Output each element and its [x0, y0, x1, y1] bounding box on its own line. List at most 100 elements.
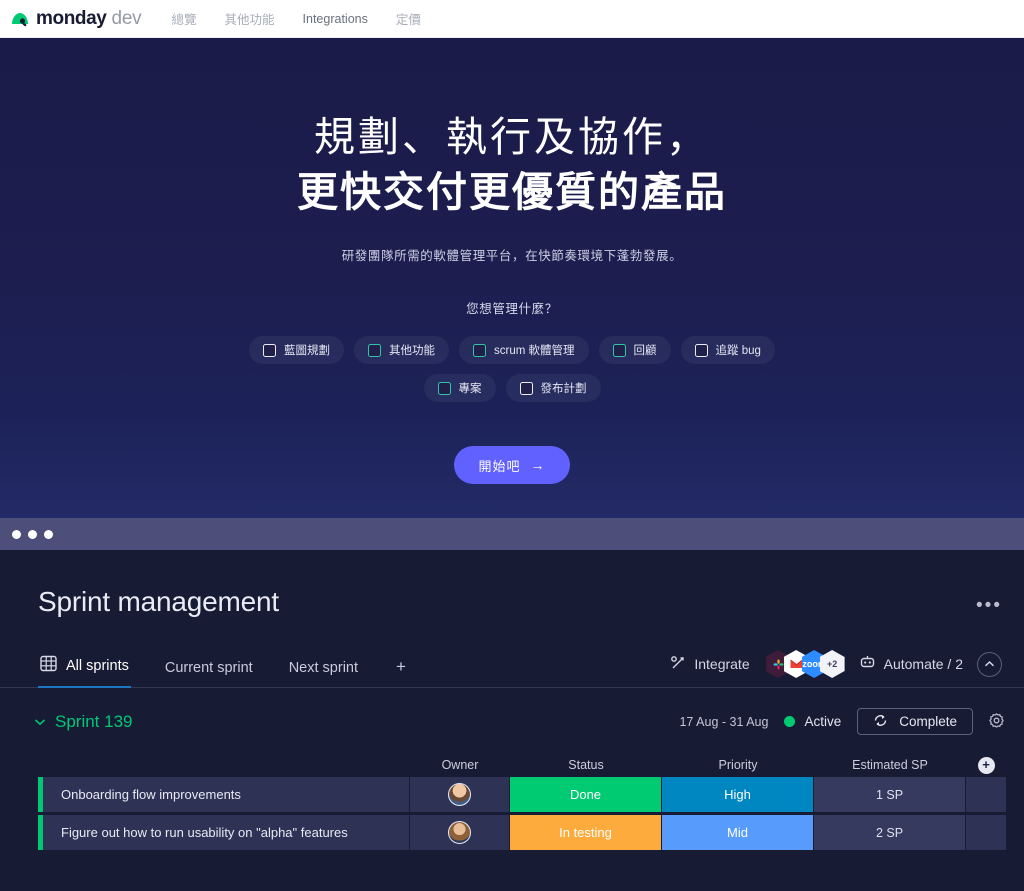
board-more-options-icon[interactable]: •••: [976, 596, 1002, 615]
chip-bug-tracking[interactable]: 追蹤 bug: [680, 336, 775, 365]
integrate-icon: [670, 655, 686, 674]
tab-all-sprints[interactable]: All sprints: [38, 655, 145, 688]
hero-subtitle: 研發團隊所需的軟體管理平台，在快節奏環境下蓬勃發展。: [341, 249, 683, 264]
sprint-date-range: 17 Aug - 31 Aug: [679, 714, 769, 729]
chip-label: 專案: [458, 383, 482, 396]
integrate-button[interactable]: Integrate: [670, 655, 750, 674]
column-header-estimated-sp[interactable]: Estimated SP: [814, 758, 966, 772]
use-case-chip-group: 藍圖規劃 其他功能 scrum 軟體管理 回顧 追蹤 bug 專案 發布計劃: [0, 336, 1024, 403]
nav-links: 總覽 其他功能 Integrations 定價: [172, 9, 421, 28]
table-grid-icon: [40, 655, 57, 676]
tab-label: Current sprint: [164, 660, 253, 676]
item-estimated-sp-cell[interactable]: 1 SP: [814, 777, 966, 812]
item-status-cell[interactable]: In testing: [510, 815, 662, 850]
item-owner-cell[interactable]: [410, 777, 510, 812]
board-toolbar: Integrate zoom +2 Automate / 2: [670, 650, 1002, 687]
tab-next-sprint[interactable]: Next sprint: [269, 660, 374, 687]
avatar[interactable]: [448, 821, 471, 844]
sprint-items-table: Owner Status Priority Estimated SP + Onb…: [0, 753, 1024, 850]
item-priority-cell[interactable]: High: [662, 777, 814, 812]
item-status-cell[interactable]: Done: [510, 777, 662, 812]
logo-product-text: dev: [111, 7, 142, 29]
tab-label: All sprints: [66, 657, 129, 674]
sprint-status-label: Active: [804, 714, 842, 729]
hero-headline-line-1: 規劃、執行及協作，: [314, 114, 710, 160]
sprint-group-header: Sprint 139 17 Aug - 31 Aug Active Comple…: [0, 688, 1024, 735]
chip-roadmap-planning[interactable]: 藍圖規劃: [249, 336, 345, 365]
table-row[interactable]: Figure out how to run usability on "alph…: [38, 815, 1024, 850]
get-started-button[interactable]: 開始吧 →: [454, 446, 570, 485]
checkbox-icon[interactable]: [437, 381, 451, 395]
chevron-down-icon[interactable]: [34, 715, 46, 729]
checkbox-icon[interactable]: [519, 381, 533, 395]
hero-headline-line-2: 更快交付更優質的產品: [297, 169, 727, 216]
window-maximize-dot-icon[interactable]: [44, 529, 53, 539]
chip-label: 發布計劃: [540, 383, 587, 396]
item-name-cell[interactable]: Onboarding flow improvements: [38, 777, 410, 812]
board-title: Sprint management: [38, 586, 279, 617]
item-row-end-cell: [966, 777, 1006, 812]
column-header-priority[interactable]: Priority: [662, 758, 814, 772]
item-name-cell[interactable]: Figure out how to run usability on "alph…: [38, 815, 410, 850]
chip-projects[interactable]: 專案: [423, 374, 496, 403]
nav-link-overview[interactable]: 總覽: [172, 9, 197, 28]
nav-link-pricing[interactable]: 定價: [396, 9, 421, 28]
checkbox-icon[interactable]: [694, 343, 708, 357]
column-header-status[interactable]: Status: [510, 758, 662, 772]
more-integrations-badge[interactable]: +2: [819, 650, 845, 678]
item-row-end-cell: [966, 815, 1006, 850]
chevron-up-icon[interactable]: [977, 651, 1002, 677]
hero-section: 規劃、執行及協作， 更快交付更優質的產品 研發團隊所需的軟體管理平台，在快節奏環…: [0, 38, 1024, 518]
app-window-title-bar: [0, 518, 1024, 550]
chip-label: 回顧: [633, 345, 657, 358]
nav-link-integrations[interactable]: Integrations: [303, 12, 368, 26]
avatar[interactable]: [448, 783, 471, 806]
board-tab-row: All sprints Current sprint Next sprint +: [0, 646, 1024, 688]
item-priority-cell[interactable]: Mid: [662, 815, 814, 850]
column-header-owner[interactable]: Owner: [410, 758, 510, 772]
board-tabs: All sprints Current sprint Next sprint +: [38, 655, 416, 688]
chip-release-plan[interactable]: 發布計劃: [505, 374, 601, 403]
arrow-right-icon: →: [530, 457, 546, 474]
chip-scrum-software-management[interactable]: scrum 軟體管理: [459, 336, 589, 365]
tab-current-sprint[interactable]: Current sprint: [145, 660, 269, 687]
sprint-group-title[interactable]: Sprint 139: [55, 712, 133, 732]
gear-icon[interactable]: [989, 712, 1004, 731]
automate-label: Automate / 2: [883, 656, 963, 672]
monday-logo-icon: [10, 9, 30, 29]
table-row[interactable]: Onboarding flow improvements Done High 1…: [38, 777, 1024, 812]
checkbox-icon[interactable]: [473, 343, 487, 357]
sprint-board-app: Sprint management ••• All sprints Curren…: [0, 550, 1024, 891]
chip-label: 藍圖規劃: [284, 345, 331, 358]
checkbox-icon[interactable]: [263, 343, 277, 357]
complete-label: Complete: [899, 714, 957, 729]
complete-sprint-button[interactable]: Complete: [857, 708, 973, 735]
window-close-dot-icon[interactable]: [12, 529, 21, 539]
table-header-row: Owner Status Priority Estimated SP +: [38, 753, 1024, 777]
chip-other-features[interactable]: 其他功能: [354, 336, 450, 365]
chip-retrospective[interactable]: 回顧: [598, 336, 671, 365]
sprint-status-badge: Active: [784, 714, 841, 729]
hero-question: 您想管理什麼？: [466, 302, 558, 317]
checkbox-icon[interactable]: [612, 343, 626, 357]
checkbox-icon[interactable]: [368, 343, 382, 357]
window-minimize-dot-icon[interactable]: [28, 529, 37, 539]
add-column-button[interactable]: +: [977, 756, 995, 774]
tab-label: Next sprint: [288, 660, 359, 676]
automate-button[interactable]: Automate / 2: [859, 655, 963, 673]
add-tab-button[interactable]: +: [374, 657, 416, 687]
top-navigation-bar: monday dev 總覽 其他功能 Integrations 定價: [0, 0, 1024, 38]
chip-label: 追蹤 bug: [715, 345, 761, 358]
item-estimated-sp-cell[interactable]: 2 SP: [814, 815, 966, 850]
sync-icon: [873, 714, 888, 730]
cta-label: 開始吧: [478, 458, 521, 474]
chip-label: scrum 軟體管理: [494, 345, 575, 358]
integrate-label: Integrate: [694, 656, 750, 672]
item-owner-cell[interactable]: [410, 815, 510, 850]
chip-label: 其他功能: [389, 345, 436, 358]
integration-badges[interactable]: zoom +2: [765, 650, 845, 678]
robot-icon: [859, 655, 876, 673]
monday-dev-logo[interactable]: monday dev: [10, 8, 142, 30]
nav-link-more-features[interactable]: 其他功能: [225, 9, 275, 28]
logo-brand-text: monday: [36, 7, 107, 29]
